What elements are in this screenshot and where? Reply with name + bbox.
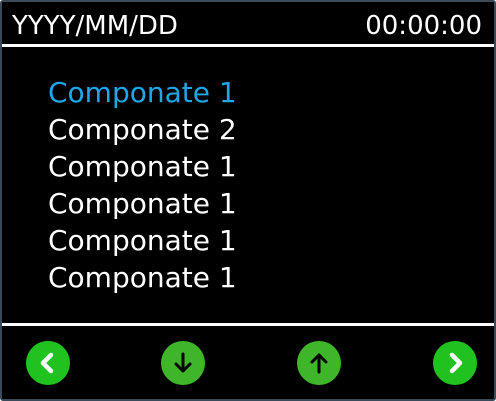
component-menu: Componate 1 Componate 2 Componate 1 Comp…: [48, 74, 237, 296]
next-button[interactable]: [433, 341, 477, 385]
chevron-right-icon: [443, 351, 467, 375]
arrow-down-icon: [171, 351, 195, 375]
date-display: YYYY/MM/DD: [12, 11, 178, 41]
chevron-left-icon: [36, 351, 60, 375]
menu-item[interactable]: Componate 1: [48, 222, 237, 259]
menu-item[interactable]: Componate 1: [48, 74, 237, 111]
menu-item[interactable]: Componate 2: [48, 111, 237, 148]
menu-item[interactable]: Componate 1: [48, 148, 237, 185]
menu-item[interactable]: Componate 1: [48, 259, 237, 296]
scroll-down-button[interactable]: [161, 341, 205, 385]
menu-item[interactable]: Componate 1: [48, 185, 237, 222]
device-screen: YYYY/MM/DD 00:00:00 Componate 1 Componat…: [0, 0, 496, 401]
scroll-up-button[interactable]: [297, 341, 341, 385]
status-bar: YYYY/MM/DD 00:00:00: [10, 10, 486, 42]
footer-divider: [2, 323, 494, 326]
arrow-up-icon: [307, 351, 331, 375]
header-divider: [2, 44, 494, 47]
previous-button[interactable]: [26, 341, 70, 385]
time-display: 00:00:00: [365, 11, 482, 41]
